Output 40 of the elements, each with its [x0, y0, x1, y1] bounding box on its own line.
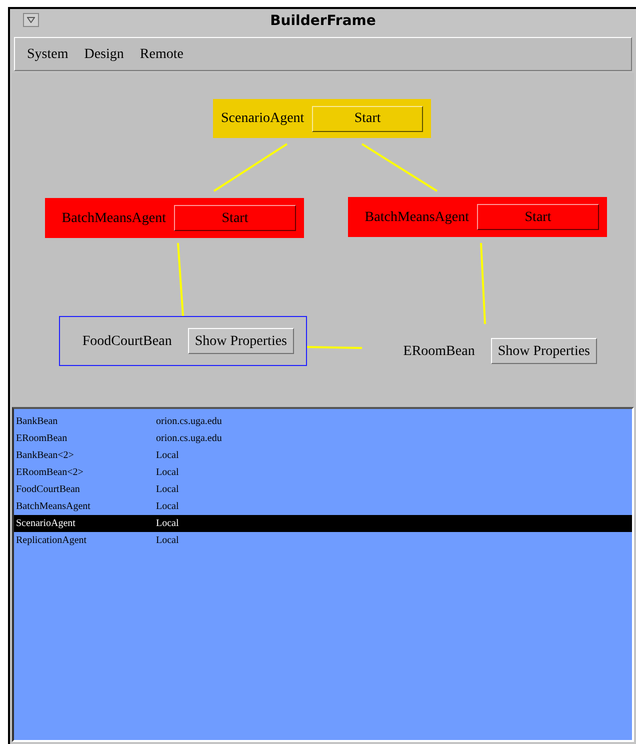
bean-name: ReplicationAgent [16, 534, 88, 548]
bean-label: ERoomBean [403, 342, 475, 360]
bean-name: ERoomBean [16, 432, 68, 446]
bean-host: Local [156, 483, 179, 497]
bean-name: FoodCourtBean [16, 483, 81, 497]
menu-item[interactable]: Design [84, 44, 124, 64]
menu-item[interactable]: Remote [140, 44, 184, 64]
bean-label: FoodCourtBean [82, 332, 172, 350]
menu-item[interactable]: System [27, 44, 68, 64]
list-row[interactable]: BankBean<2> Local [14, 447, 632, 464]
bean-host: Local [156, 449, 179, 463]
start-button[interactable]: Start [312, 106, 423, 132]
window-menu-button[interactable] [23, 13, 39, 27]
show-properties-button[interactable]: Show Properties [188, 328, 294, 354]
window-title: BuilderFrame [270, 12, 376, 30]
bean-host: Local [156, 466, 179, 480]
list-row[interactable]: ERoomBean<2> Local [14, 464, 632, 481]
agent-label: BatchMeansAgent [62, 210, 166, 228]
bean-name: BankBean<2> [16, 449, 75, 463]
start-button[interactable]: Start [174, 205, 296, 231]
bean-name: BatchMeansAgent [16, 500, 92, 514]
bean-name: ERoomBean<2> [16, 466, 84, 480]
agent-label: ScenarioAgent [221, 110, 304, 128]
list-row[interactable]: BankBean orion.cs.uga.edu [14, 413, 632, 430]
bean-name: ScenarioAgent [16, 517, 76, 531]
bean-host: Local [156, 517, 179, 531]
show-properties-button[interactable]: Show Properties [490, 338, 597, 364]
bean-host: Local [156, 500, 179, 514]
bean-host: Local [156, 534, 179, 548]
list-row[interactable]: ERoomBean orion.cs.uga.edu [14, 430, 632, 447]
list-row[interactable]: FoodCourtBean Local [14, 481, 632, 498]
triangle-down-icon [27, 17, 35, 23]
bean-name: BankBean [16, 415, 59, 429]
list-row[interactable]: ScenarioAgent Local [14, 515, 632, 532]
list-row[interactable]: BatchMeansAgent Local [14, 498, 632, 515]
start-button[interactable]: Start [477, 204, 599, 230]
bean-host: orion.cs.uga.edu [156, 432, 222, 446]
list-row[interactable]: ReplicationAgent Local [14, 532, 632, 549]
bean-host: orion.cs.uga.edu [156, 415, 222, 429]
agent-label: BatchMeansAgent [364, 208, 469, 226]
